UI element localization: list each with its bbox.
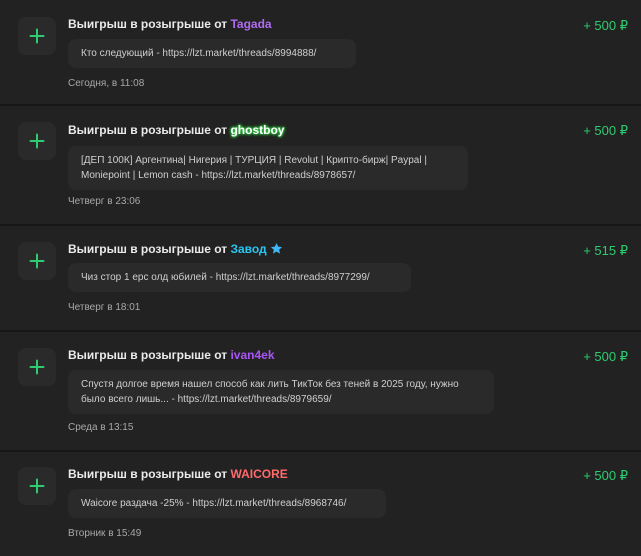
title-prefix: Выигрыш в розыгрыше от [68,467,228,481]
item-title: Выигрыш в розыгрыше от ghostboy [68,122,284,138]
timestamp: Среда в 13:15 [68,422,134,433]
username-link[interactable]: ivan4ek [230,348,274,362]
username-link[interactable]: Завод [230,242,266,256]
message-bubble: [ДЕП 100К] Аргентина| Нигерия | ТУРЦИЯ |… [68,146,468,190]
username-link[interactable]: ghostboy [230,123,284,137]
message-bubble: Waicore раздача -25% - https://lzt.marke… [68,489,386,518]
amount: + 500 ₽ [583,349,628,364]
message-text[interactable]: Кто следующий - https://lzt.market/threa… [81,48,316,59]
plus-icon-box [18,17,56,55]
message-bubble: Спустя долгое время нашел способ как лит… [68,370,494,414]
list-item: Выигрыш в розыгрыше от Tagada + 500 ₽ Кт… [0,0,641,106]
item-title: Выигрыш в розыгрыше от Завод [68,241,283,257]
message-text[interactable]: Чиз стор 1 epc олд юбилей - https://lzt.… [81,272,370,283]
message-bubble: Чиз стор 1 epc олд юбилей - https://lzt.… [68,263,411,292]
amount: + 515 ₽ [583,243,628,258]
plus-icon [29,133,45,149]
message-bubble: Кто следующий - https://lzt.market/threa… [68,39,356,68]
star-icon [270,243,283,254]
timestamp: Четверг в 23:06 [68,196,141,207]
list-item: Выигрыш в розыгрыше от Завод + 515 ₽ Чиз… [0,226,641,332]
plus-icon [29,359,45,375]
plus-icon-box [18,242,56,280]
plus-icon [29,478,45,494]
amount: + 500 ₽ [583,18,628,33]
plus-icon-box [18,122,56,160]
plus-icon [29,253,45,269]
item-title: Выигрыш в розыгрыше от WAICORE [68,466,288,482]
message-text[interactable]: Waicore раздача -25% - https://lzt.marke… [81,498,346,509]
list-item: Выигрыш в розыгрыше от ghostboy + 500 ₽ … [0,106,641,226]
title-prefix: Выигрыш в розыгрыше от [68,17,228,31]
title-prefix: Выигрыш в розыгрыше от [68,242,228,256]
timestamp: Четверг в 18:01 [68,302,141,313]
timestamp: Вторник в 15:49 [68,528,142,539]
amount: + 500 ₽ [583,468,628,483]
item-title: Выигрыш в розыгрыше от Tagada [68,16,272,32]
amount: + 500 ₽ [583,123,628,138]
item-title: Выигрыш в розыгрыше от ivan4ek [68,347,275,363]
timestamp: Сегодня, в 11:08 [68,78,145,89]
plus-icon-box [18,348,56,386]
winnings-feed: Выигрыш в розыгрыше от Tagada + 500 ₽ Кт… [0,0,641,556]
plus-icon-box [18,467,56,505]
list-item: Выигрыш в розыгрыше от ivan4ek + 500 ₽ С… [0,332,641,452]
title-prefix: Выигрыш в розыгрыше от [68,348,228,362]
plus-icon [29,28,45,44]
username-link[interactable]: WAICORE [230,467,287,481]
username-link[interactable]: Tagada [230,17,271,31]
message-text[interactable]: Спустя долгое время нашел способ как лит… [81,379,459,405]
title-prefix: Выигрыш в розыгрыше от [68,123,228,137]
list-item: Выигрыш в розыгрыше от WAICORE + 500 ₽ W… [0,452,641,556]
message-text[interactable]: [ДЕП 100К] Аргентина| Нигерия | ТУРЦИЯ |… [81,155,427,181]
